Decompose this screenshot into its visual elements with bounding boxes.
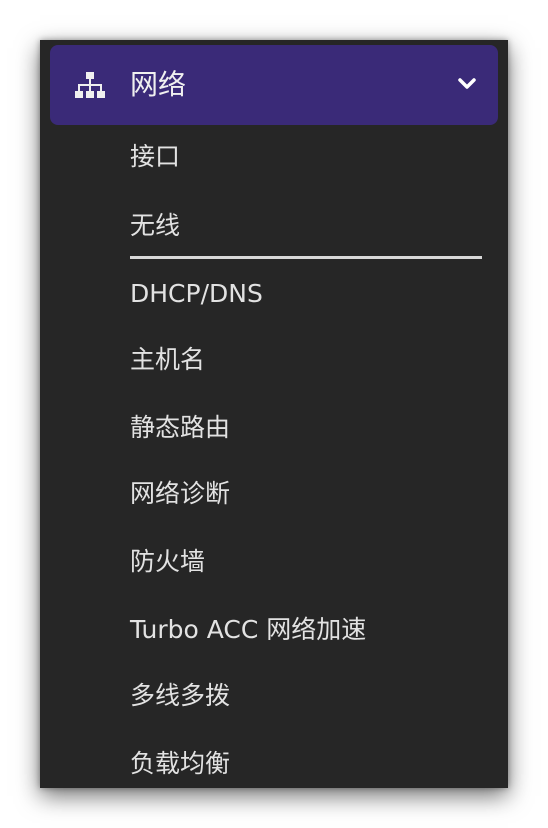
chevron-down-icon[interactable] [458, 77, 476, 91]
menu-section-title: 网络 [130, 68, 187, 101]
menu-item-load-balancing[interactable]: 负载均衡 [130, 744, 230, 784]
menu-item-diagnostics[interactable]: 网络诊断 [130, 474, 230, 514]
menu-item-static-routes[interactable]: 静态路由 [130, 408, 230, 448]
network-icon [75, 72, 105, 98]
menu-item-turbo-acc[interactable]: Turbo ACC 网络加速 [130, 610, 366, 650]
menu-item-firewall[interactable]: 防火墙 [130, 542, 205, 582]
menu-item-wireless[interactable]: 无线 [130, 206, 180, 246]
sidebar-menu-panel: 网络 接口 无线 DHCP/DNS 主机名 静态路由 网络诊断 防火墙 Turb… [40, 40, 508, 788]
active-item-indicator [130, 256, 482, 259]
menu-item-interfaces[interactable]: 接口 [130, 137, 180, 177]
menu-item-multi-dial[interactable]: 多线多拨 [130, 676, 230, 716]
menu-section-network[interactable]: 网络 [50, 45, 498, 125]
menu-item-dhcp-dns[interactable]: DHCP/DNS [130, 274, 263, 314]
menu-item-hostnames[interactable]: 主机名 [130, 340, 205, 380]
